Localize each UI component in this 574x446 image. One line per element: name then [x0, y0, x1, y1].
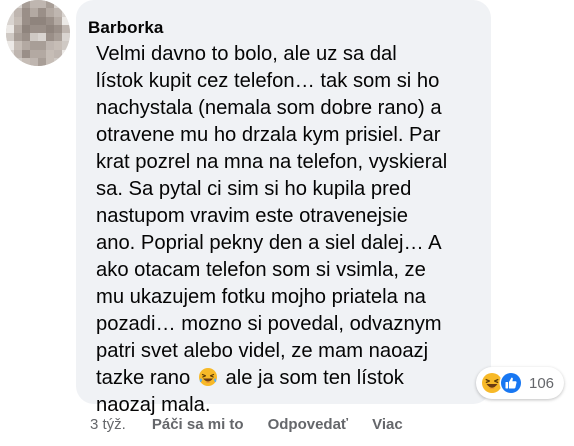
comment-line: sa. Sa pytal ci sim si ho kupila pred	[96, 178, 412, 200]
comment-actions: 3 týž. Páči sa mi to Odpovedať Viac	[90, 416, 403, 433]
comment-text: Velmi davno to bolo, ale uz sa dal lísto…	[96, 41, 486, 419]
comment-line: nastupom vravim este otravenejsie	[96, 205, 408, 227]
comment-line: lístok kupit cez telefon… tak som si ho	[96, 70, 440, 92]
comment-line-with-emoji: tazke rano ale ja som ten lístok	[96, 365, 486, 392]
like-icon	[499, 371, 523, 395]
more-button[interactable]: Viac	[372, 416, 403, 433]
reaction-count: 106	[529, 374, 555, 392]
avatar[interactable]	[6, 0, 70, 66]
comment-timestamp[interactable]: 3 týž.	[90, 416, 126, 433]
comment-line: otravene mu ho drzala kym prisiel. Par	[96, 124, 441, 146]
reaction-summary[interactable]: 106	[476, 367, 565, 399]
comment-line: ako otacam telefon som si vsimla, ze	[96, 259, 426, 281]
comment-line-part: tazke rano	[96, 367, 191, 389]
comment-line: krat pozrel na mna na telefon, vyskieral	[96, 151, 448, 173]
laughing-tears-emoji-icon	[198, 368, 217, 386]
like-button[interactable]: Páči sa mi to	[152, 416, 244, 433]
comment-line: ano. Poprial pekny den a siel dalej… A	[96, 232, 442, 254]
comment-line-part: ale ja som ten lístok	[225, 367, 404, 389]
reply-button[interactable]: Odpovedať	[268, 416, 349, 433]
comment-line: nachystala (nemala som dobre rano) a	[96, 97, 442, 119]
comment-line: naozaj mala.	[96, 394, 211, 416]
comment-thread: Barborka Velmi davno to bolo, ale uz sa …	[0, 0, 574, 446]
comment-line: mu ukazujem fotku mojho priatela na	[96, 286, 426, 308]
comment-author[interactable]: Barborka	[88, 18, 163, 38]
comment-line: Velmi davno to bolo, ale uz sa dal	[96, 43, 397, 65]
comment-line: patri svet alebo videl, ze mam naoazj	[96, 340, 429, 362]
avatar-pixelated-image	[6, 0, 70, 66]
comment-line: pozadi… mozno si povedal, odvaznym	[96, 313, 442, 335]
